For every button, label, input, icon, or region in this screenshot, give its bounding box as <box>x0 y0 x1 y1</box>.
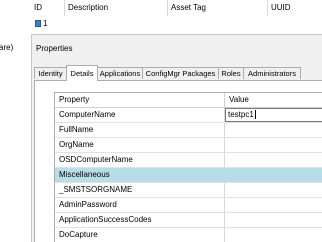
tab-details[interactable]: Details <box>66 65 98 81</box>
property-name: OrgName <box>55 138 225 152</box>
properties-tabs: Identity Details Applications ConfigMgr … <box>34 65 322 81</box>
property-name: OSDComputerName <box>55 153 225 167</box>
computer-icon <box>35 20 41 27</box>
property-column-header[interactable]: Property <box>55 93 225 107</box>
property-grid-header: Property Value <box>55 93 322 108</box>
text-caret <box>254 110 256 120</box>
property-name: FullName <box>55 123 225 137</box>
property-row-applicationsuccesscodes[interactable]: ApplicationSuccessCodes <box>55 213 322 228</box>
tab-identity[interactable]: Identity <box>34 67 67 79</box>
property-name: AdminPassword <box>55 198 225 212</box>
column-header-uuid[interactable]: UUID <box>268 0 322 16</box>
property-value[interactable] <box>225 153 322 167</box>
property-name: ApplicationSuccessCodes <box>55 213 225 227</box>
property-value[interactable] <box>225 198 322 212</box>
tab-configmgr-packages[interactable]: ConfigMgr Packages <box>142 67 219 79</box>
property-grid: Property Value ComputerName testpc1 Full… <box>54 92 322 242</box>
property-row-orgname[interactable]: OrgName <box>55 138 322 153</box>
column-header-id[interactable]: ID <box>31 0 65 16</box>
tab-roles[interactable]: Roles <box>218 67 244 79</box>
property-value[interactable] <box>225 123 322 137</box>
property-section-miscellaneous[interactable]: Miscellaneous <box>55 168 322 183</box>
column-header-asset-tag[interactable]: Asset Tag <box>168 0 268 16</box>
property-row-computername[interactable]: ComputerName testpc1 <box>55 108 322 123</box>
section-name: Miscellaneous <box>59 170 110 179</box>
left-tree-pane: are) <box>0 0 32 242</box>
property-value-text: testpc1 <box>228 110 254 119</box>
grid-header: ID Description Asset Tag UUID <box>31 0 322 17</box>
computers-grid: ID Description Asset Tag UUID 1 <box>31 0 322 35</box>
column-header-description[interactable]: Description <box>65 0 168 16</box>
property-row-docapture[interactable]: DoCapture <box>55 228 322 242</box>
property-name: DoCapture <box>55 228 225 242</box>
property-row-adminpassword[interactable]: AdminPassword <box>55 198 322 213</box>
tree-item-fragment[interactable]: are) <box>0 43 13 52</box>
property-value[interactable] <box>225 183 322 197</box>
tab-administrators[interactable]: Administrators <box>243 67 301 79</box>
value-column-header[interactable]: Value <box>225 93 322 107</box>
properties-title: Properties <box>36 44 73 53</box>
property-value-input[interactable]: testpc1 <box>225 108 322 122</box>
tab-applications[interactable]: Applications <box>97 67 143 79</box>
property-row-osdcomputername[interactable]: OSDComputerName <box>55 153 322 168</box>
property-value[interactable] <box>225 228 322 242</box>
property-value[interactable] <box>225 213 322 227</box>
property-row-fullname[interactable]: FullName <box>55 123 322 138</box>
property-value[interactable] <box>225 138 322 152</box>
table-row[interactable]: 1 <box>31 17 322 30</box>
property-name: _SMSTSORGNAME <box>55 183 225 197</box>
row-id-cell: 1 <box>43 19 48 28</box>
property-name: ComputerName <box>55 108 225 122</box>
property-row-smstsorgname[interactable]: _SMSTSORGNAME <box>55 183 322 198</box>
